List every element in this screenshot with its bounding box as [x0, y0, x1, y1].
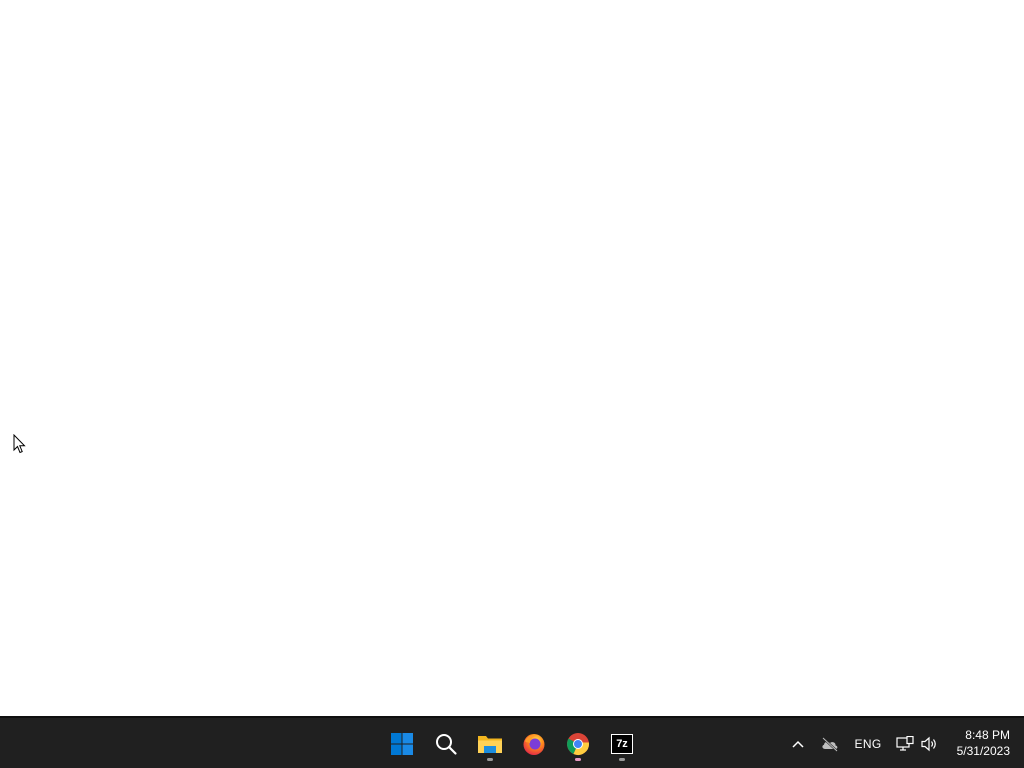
volume-button[interactable]: [918, 732, 940, 756]
folder-icon: [478, 736, 502, 753]
chevron-up-icon: [792, 740, 804, 748]
search-button[interactable]: [428, 726, 464, 762]
7zip-label: 7z: [616, 738, 628, 750]
chrome-button[interactable]: [560, 726, 596, 762]
7zip-button[interactable]: 7z: [604, 726, 640, 762]
onedrive-button[interactable]: [818, 732, 842, 756]
tray-overflow-button[interactable]: [788, 732, 808, 756]
onedrive-offline-icon: [822, 737, 838, 752]
firefox-button[interactable]: [516, 726, 552, 762]
7zip-icon: 7z: [611, 734, 633, 754]
search-icon: [436, 734, 457, 755]
running-indicator: [487, 758, 493, 761]
running-indicator: [619, 758, 625, 761]
language-label: ENG: [854, 737, 882, 751]
windows-logo-icon: [391, 733, 413, 755]
taskbar: 7z ENG 8:48 PM 5/31/2023: [0, 716, 1024, 768]
desktop[interactable]: [0, 0, 1024, 716]
clock[interactable]: 8:48 PM 5/31/2023: [957, 727, 1010, 759]
active-indicator: [575, 758, 581, 761]
clock-time: 8:48 PM: [965, 728, 1010, 742]
network-icon: [896, 736, 914, 751]
speaker-icon: [921, 736, 936, 752]
network-button[interactable]: [894, 732, 916, 756]
language-indicator[interactable]: ENG: [852, 732, 884, 756]
firefox-icon: [523, 734, 545, 755]
mouse-cursor-icon: [13, 434, 26, 454]
file-explorer-button[interactable]: [472, 726, 508, 762]
chrome-icon: [567, 733, 589, 755]
start-button[interactable]: [384, 726, 420, 762]
clock-date: 5/31/2023: [956, 744, 1010, 758]
